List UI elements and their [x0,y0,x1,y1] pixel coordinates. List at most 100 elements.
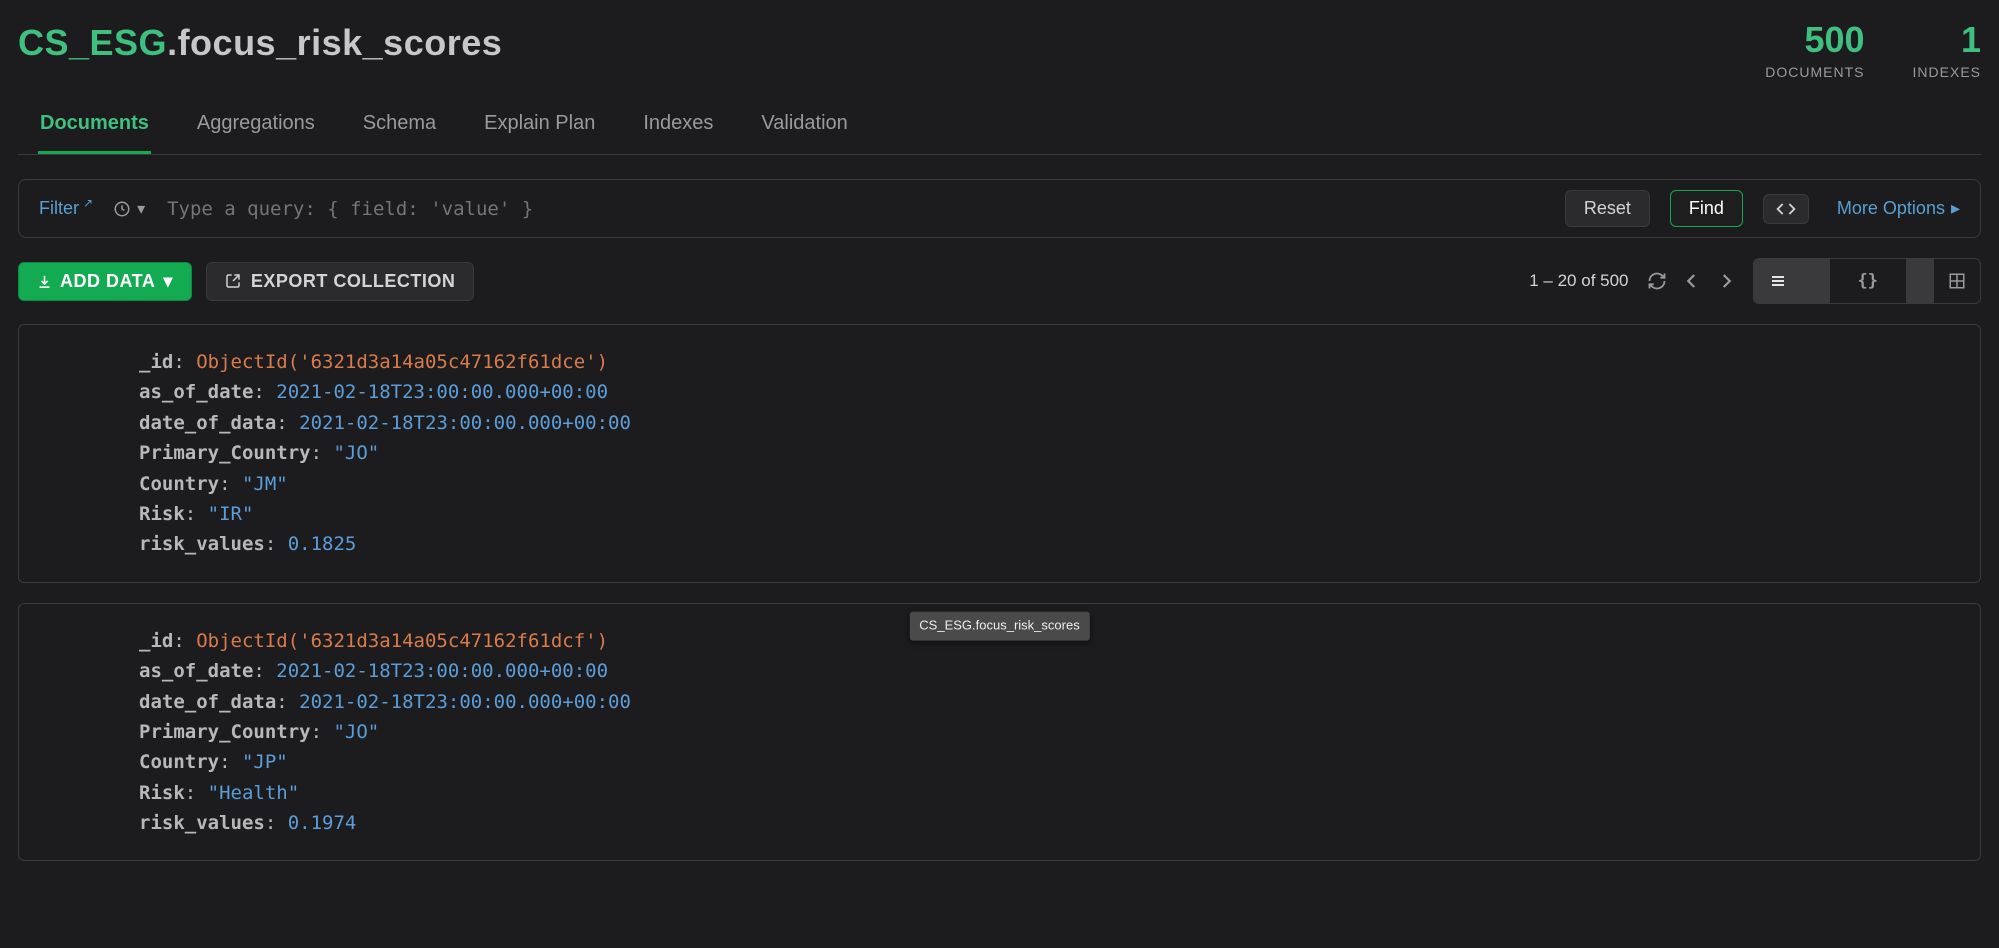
collection-header: CS_ESG.focus_risk_scores 500 DOCUMENTS 1… [18,10,1981,88]
filter-bar: Filter ↗ ▾ Reset Find More Options ▸ [18,179,1981,238]
view-list-button[interactable] [1754,259,1802,303]
prev-page-button[interactable] [1683,272,1701,290]
chevron-right-icon: ▸ [1951,198,1960,219]
refresh-icon [1647,271,1667,291]
tab-documents[interactable]: Documents [38,96,151,154]
document-field: as_of_date: 2021-02-18T23:00:00.000+00:0… [139,377,1952,407]
field-key: risk_values [139,812,265,834]
document-field: date_of_data: 2021-02-18T23:00:00.000+00… [139,687,1952,717]
stat-indexes: 1 INDEXES [1913,22,1981,80]
collection-stats: 500 DOCUMENTS 1 INDEXES [1765,22,1981,80]
tab-indexes[interactable]: Indexes [641,96,715,154]
field-key: risk_values [139,533,265,555]
field-value: 2021-02-18T23:00:00.000+00:00 [276,660,608,682]
tab-bar: Documents Aggregations Schema Explain Pl… [18,96,1981,155]
collection-title: CS_ESG.focus_risk_scores [18,22,502,64]
field-key: Country [139,751,219,773]
document-field: Primary_Country: "JO" [139,438,1952,468]
add-data-button[interactable]: ADD DATA ▾ [18,262,192,301]
braces-icon: {} [1844,265,1892,297]
field-value: "Health" [208,782,300,804]
field-value: 2021-02-18T23:00:00.000+00:00 [276,381,608,403]
view-json-button[interactable]: {} [1830,259,1906,303]
field-value: 2021-02-18T23:00:00.000+00:00 [299,412,631,434]
more-options-link[interactable]: More Options ▸ [1837,198,1960,219]
history-dropdown[interactable]: ▾ [113,199,145,219]
field-key: Risk [139,503,185,525]
tab-aggregations[interactable]: Aggregations [195,96,317,154]
database-name: CS_ESG [18,22,167,63]
document-card[interactable]: _id: ObjectId('6321d3a14a05c47162f61dce'… [18,324,1981,583]
caret-down-icon: ▾ [137,199,145,219]
stat-documents-label: DOCUMENTS [1765,64,1864,80]
document-card[interactable]: _id: ObjectId('6321d3a14a05c47162f61dcf'… [18,603,1981,862]
field-key: date_of_data [139,691,276,713]
field-value: ObjectId('6321d3a14a05c47162f61dce') [196,351,608,373]
field-key: _id [139,351,173,373]
document-field: Primary_Country: "JO" [139,717,1952,747]
field-key: Country [139,473,219,495]
refresh-button[interactable] [1647,271,1667,291]
pagination-range: 1 – 20 of 500 [1529,271,1628,291]
tab-validation[interactable]: Validation [759,96,849,154]
field-key: Primary_Country [139,442,311,464]
code-icon [1776,202,1796,216]
field-value: 0.1974 [288,812,357,834]
filter-label: Filter [39,198,79,219]
chevron-left-icon [1683,272,1701,290]
field-key: Primary_Country [139,721,311,743]
stat-documents-value: 500 [1765,22,1864,58]
external-link-icon: ↗ [83,196,93,210]
document-field: Risk: "IR" [139,499,1952,529]
list-icon [1768,273,1788,289]
field-key: _id [139,630,173,652]
field-value: "JM" [242,473,288,495]
field-value: "JO" [333,721,379,743]
document-field: Country: "JM" [139,469,1952,499]
table-icon [1948,272,1966,290]
field-value: "IR" [208,503,254,525]
document-field: _id: ObjectId('6321d3a14a05c47162f61dcf'… [139,626,1952,656]
field-value: "JO" [333,442,379,464]
document-field: _id: ObjectId('6321d3a14a05c47162f61dce'… [139,347,1952,377]
document-list: _id: ObjectId('6321d3a14a05c47162f61dce'… [18,324,1981,861]
document-field: date_of_data: 2021-02-18T23:00:00.000+00… [139,408,1952,438]
field-value: 0.1825 [288,533,357,555]
next-page-button[interactable] [1717,272,1735,290]
field-key: as_of_date [139,381,253,403]
actions-row: ADD DATA ▾ EXPORT COLLECTION 1 – 20 of 5… [18,258,1981,304]
stat-indexes-label: INDEXES [1913,64,1981,80]
tab-explain-plan[interactable]: Explain Plan [482,96,597,154]
document-field: risk_values: 0.1825 [139,529,1952,559]
view-toggle: {} [1753,258,1981,304]
field-key: as_of_date [139,660,253,682]
caret-down-icon: ▾ [163,271,173,292]
toggle-query-button[interactable] [1763,194,1809,224]
document-field: risk_values: 0.1974 [139,808,1952,838]
query-input[interactable] [165,197,1545,221]
clock-icon [113,200,131,218]
tab-schema[interactable]: Schema [361,96,438,154]
field-value: "JP" [242,751,288,773]
export-collection-button[interactable]: EXPORT COLLECTION [206,262,475,301]
document-field: Country: "JP" [139,747,1952,777]
more-options-label: More Options [1837,198,1945,219]
document-field: Risk: "Health" [139,778,1952,808]
field-value: 2021-02-18T23:00:00.000+00:00 [299,691,631,713]
export-icon [225,273,241,289]
field-value: ObjectId('6321d3a14a05c47162f61dcf') [196,630,608,652]
field-key: date_of_data [139,412,276,434]
export-label: EXPORT COLLECTION [251,271,456,292]
filter-link[interactable]: Filter ↗ [39,198,93,219]
field-key: Risk [139,782,185,804]
reset-button[interactable]: Reset [1565,190,1650,227]
collection-name: .focus_risk_scores [167,22,502,63]
download-icon [37,274,52,289]
add-data-label: ADD DATA [60,271,155,292]
find-button[interactable]: Find [1670,190,1743,227]
document-field: as_of_date: 2021-02-18T23:00:00.000+00:0… [139,656,1952,686]
view-table-button[interactable] [1934,259,1980,303]
chevron-right-icon [1717,272,1735,290]
stat-documents: 500 DOCUMENTS [1765,22,1864,80]
stat-indexes-value: 1 [1913,22,1981,58]
